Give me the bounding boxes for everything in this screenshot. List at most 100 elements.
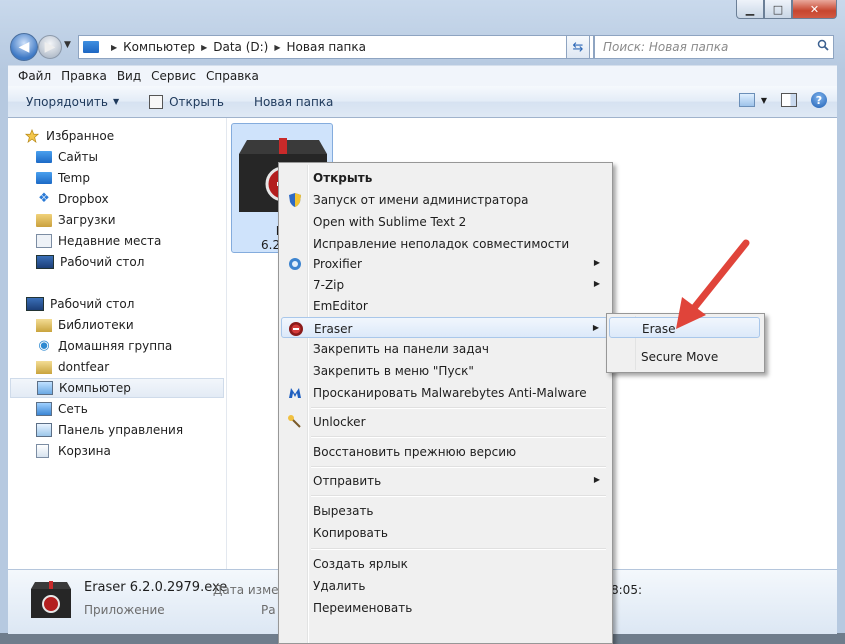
minimize-button[interactable]: ▁ — [736, 0, 764, 19]
menu-item-malwarebytes[interactable]: Просканировать Malwarebytes Anti-Malware — [281, 382, 608, 403]
shield-icon — [289, 193, 301, 207]
nav-item-recycle-bin[interactable]: Корзина — [36, 441, 252, 461]
menu-item-open[interactable]: Открыть — [281, 167, 608, 188]
view-dropdown-icon[interactable]: ▼ — [761, 96, 767, 105]
nav-item-computer[interactable]: Компьютер — [10, 378, 224, 398]
menu-edit[interactable]: Правка — [61, 69, 107, 83]
breadcrumb-separator-icon[interactable]: ▶ — [274, 43, 280, 52]
nav-item-desktop-fav[interactable]: Рабочий стол — [36, 252, 252, 272]
close-button[interactable]: ✕ — [792, 0, 837, 19]
menu-separator — [311, 436, 606, 438]
submenu-arrow-icon: ▶ — [593, 475, 600, 484]
menu-item-proxifier[interactable]: Proxifier ▶ — [281, 253, 608, 274]
maximize-button[interactable]: □ — [764, 0, 792, 19]
computer-icon — [37, 381, 53, 395]
menu-item-label: Proxifier — [313, 257, 362, 271]
nav-item-temp[interactable]: Temp — [36, 168, 252, 188]
change-view-icon[interactable] — [738, 93, 755, 107]
menu-item-pin-start[interactable]: Закрепить в меню "Пуск" — [281, 360, 608, 381]
menu-item-send-to[interactable]: Отправить ▶ — [281, 470, 608, 491]
search-placeholder: Поиск: Новая папка — [603, 40, 729, 54]
nav-label: Панель управления — [58, 423, 184, 437]
menu-file[interactable]: Файл — [18, 69, 51, 83]
menu-item-label: Открыть — [313, 171, 373, 185]
window-controls: ▁ □ ✕ — [736, 0, 837, 19]
submenu-item-erase[interactable]: Erase — [609, 317, 760, 338]
unlocker-icon — [288, 415, 301, 428]
menu-item-unlocker[interactable]: Unlocker — [281, 411, 608, 432]
breadcrumb-computer[interactable]: Компьютер — [123, 40, 195, 54]
nav-favorites[interactable]: Избранное — [24, 126, 240, 146]
open-button[interactable]: Открыть — [149, 94, 224, 109]
recycle-bin-icon — [36, 444, 49, 458]
nav-item-homegroup[interactable]: ◉ Домашняя группа — [36, 336, 252, 356]
refresh-button[interactable]: ⇆ — [566, 35, 590, 59]
menu-bar: Файл Правка Вид Сервис Справка — [8, 65, 837, 86]
nav-label: Домашняя группа — [58, 339, 173, 353]
menu-item-label: Закрепить в меню "Пуск" — [313, 364, 474, 378]
breadcrumb-separator-icon: ▶ — [111, 42, 118, 52]
menu-item-rename[interactable]: Переименовать — [281, 597, 608, 618]
menu-item-label: Unlocker — [313, 415, 366, 429]
menu-item-label: Переименовать — [313, 601, 413, 615]
nav-item-dropbox[interactable]: ❖ Dropbox — [36, 189, 252, 209]
nav-item-user[interactable]: dontfear — [36, 357, 252, 377]
menu-view[interactable]: Вид — [117, 69, 141, 83]
nav-item-control-panel[interactable]: Панель управления — [36, 420, 252, 440]
submenu-item-secure-move[interactable]: Secure Move — [609, 346, 760, 367]
organize-label: Упорядочить — [26, 94, 108, 109]
menu-separator — [311, 548, 606, 550]
eraser-app-icon — [31, 581, 71, 618]
breadcrumb-drive[interactable]: Data (D:) — [213, 40, 268, 54]
nav-item-libraries[interactable]: Библиотеки — [36, 315, 252, 335]
menu-item-label: Копировать — [313, 526, 388, 540]
menu-tools[interactable]: Сервис — [151, 69, 196, 83]
search-input[interactable]: Поиск: Новая папка — [594, 35, 834, 59]
new-folder-button[interactable]: Новая папка — [254, 95, 333, 109]
menu-item-emeditor[interactable]: EmEditor — [281, 295, 608, 316]
nav-label: Рабочий стол — [60, 255, 145, 269]
menu-item-restore[interactable]: Восстановить прежнюю версию — [281, 441, 608, 462]
menu-separator — [311, 407, 606, 409]
eraser-icon — [289, 322, 303, 336]
nav-desktop[interactable]: Рабочий стол — [26, 294, 242, 314]
menu-item-pin-taskbar[interactable]: Закрепить на панели задач — [281, 338, 608, 359]
menu-item-sublime[interactable]: Open with Sublime Text 2 — [281, 211, 608, 232]
folder-icon — [36, 151, 52, 163]
menu-item-7zip[interactable]: 7-Zip ▶ — [281, 274, 608, 295]
nav-item-sites[interactable]: Сайты — [36, 147, 252, 167]
desktop-icon — [26, 297, 44, 311]
details-size-label: Ра — [261, 603, 276, 617]
forward-button[interactable]: ▶ — [38, 35, 62, 59]
organize-button[interactable]: Упорядочить ▼ — [26, 95, 119, 109]
preview-pane-icon[interactable] — [781, 93, 797, 107]
menu-item-delete[interactable]: Удалить — [281, 575, 608, 596]
help-icon[interactable]: ? — [811, 92, 827, 108]
nav-label: Компьютер — [59, 381, 131, 395]
command-bar: Упорядочить ▼ Открыть Новая папка ▼ ? — [8, 86, 837, 118]
menu-item-label: Исправление неполадок совместимости — [313, 237, 570, 251]
star-icon — [24, 129, 40, 143]
recent-pages-dropdown[interactable]: ▼ — [64, 40, 71, 50]
menu-item-label: Создать ярлык — [313, 557, 408, 571]
menu-item-cut[interactable]: Вырезать — [281, 500, 608, 521]
menu-item-create-shortcut[interactable]: Создать ярлык — [281, 553, 608, 574]
eraser-submenu: Erase Secure Move — [606, 313, 765, 373]
menu-item-eraser[interactable]: Eraser ▶ — [281, 317, 608, 338]
breadcrumb-separator-icon[interactable]: ▶ — [201, 43, 207, 52]
menu-item-copy[interactable]: Копировать — [281, 522, 608, 543]
breadcrumb-folder[interactable]: Новая папка — [287, 40, 366, 54]
menu-item-label: Вырезать — [313, 504, 374, 518]
address-bar[interactable]: ▶ Компьютер ▶ Data (D:) ▶ Новая папка ▼ — [78, 35, 594, 59]
nav-item-recent[interactable]: Недавние места — [36, 231, 252, 251]
nav-item-network[interactable]: Сеть — [36, 399, 252, 419]
search-icon[interactable] — [817, 39, 829, 51]
back-button[interactable]: ◀ — [10, 33, 38, 61]
menu-help[interactable]: Справка — [206, 69, 259, 83]
menu-item-compat[interactable]: Исправление неполадок совместимости — [281, 233, 608, 254]
menu-item-label: Закрепить на панели задач — [313, 342, 490, 356]
menu-item-label: 7-Zip — [313, 278, 345, 292]
menu-item-run-as-admin[interactable]: Запуск от имени администратора — [281, 189, 608, 210]
nav-item-downloads[interactable]: Загрузки — [36, 210, 252, 230]
nav-label: Избранное — [46, 129, 115, 143]
